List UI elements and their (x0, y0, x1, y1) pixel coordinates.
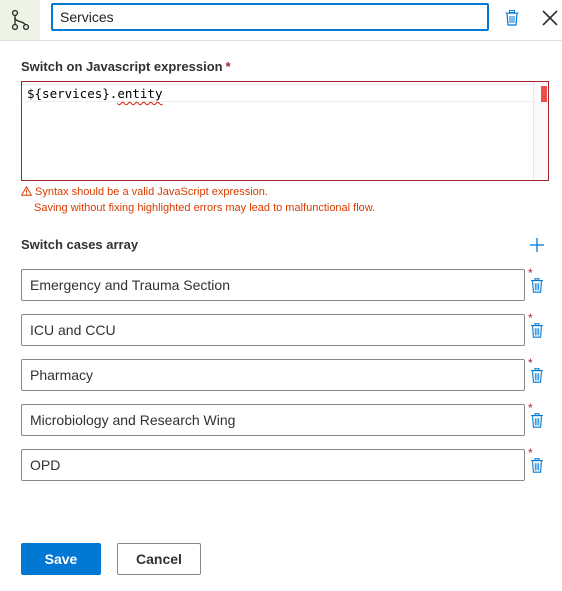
expression-label: Switch on Javascript expression * (21, 59, 231, 74)
delete-node-trash-icon[interactable] (502, 8, 522, 28)
delete-case-trash-icon[interactable] (530, 457, 544, 473)
warning-icon (20, 184, 33, 200)
case-row: * (21, 356, 551, 391)
add-case-plus-icon[interactable] (528, 236, 546, 254)
case-input[interactable] (21, 314, 525, 346)
expression-error-message: Syntax should be a valid JavaScript expr… (20, 184, 376, 216)
error-line-1: Syntax should be a valid JavaScript expr… (35, 186, 268, 198)
delete-case-trash-icon[interactable] (530, 412, 544, 428)
case-input[interactable] (21, 449, 525, 481)
delete-case-trash-icon[interactable] (530, 367, 544, 383)
delete-case-trash-icon[interactable] (530, 277, 544, 293)
node-title-input[interactable] (51, 3, 489, 31)
switch-node-panel: Switch on Javascript expression* ${servi… (0, 0, 562, 591)
expression-code-editor[interactable]: ${services}.entity (21, 81, 549, 181)
panel-header (0, 0, 562, 41)
case-input[interactable] (21, 404, 525, 436)
case-input[interactable] (21, 269, 525, 301)
required-marker: * (225, 59, 231, 74)
case-row: * (21, 446, 551, 481)
delete-case-trash-icon[interactable] (530, 322, 544, 338)
cases-label: Switch cases array (21, 237, 139, 252)
cancel-button[interactable]: Cancel (117, 543, 201, 575)
code-error-token: entity (117, 86, 163, 101)
branch-icon (0, 0, 40, 40)
case-row: * (21, 401, 551, 436)
save-button[interactable]: Save (21, 543, 101, 575)
error-scroll-marker (541, 86, 547, 102)
expression-label-text: Switch on Javascript expression (21, 59, 223, 74)
editor-scrollbar[interactable] (533, 82, 548, 180)
error-line-2: Saving without fixing highlighted errors… (34, 202, 376, 214)
expression-code[interactable]: ${services}.entity (27, 86, 162, 101)
code-prefix: ${services}. (27, 86, 118, 101)
close-icon[interactable] (538, 6, 562, 30)
case-input[interactable] (21, 359, 525, 391)
case-row: * (21, 266, 551, 301)
case-row: * (21, 311, 551, 346)
